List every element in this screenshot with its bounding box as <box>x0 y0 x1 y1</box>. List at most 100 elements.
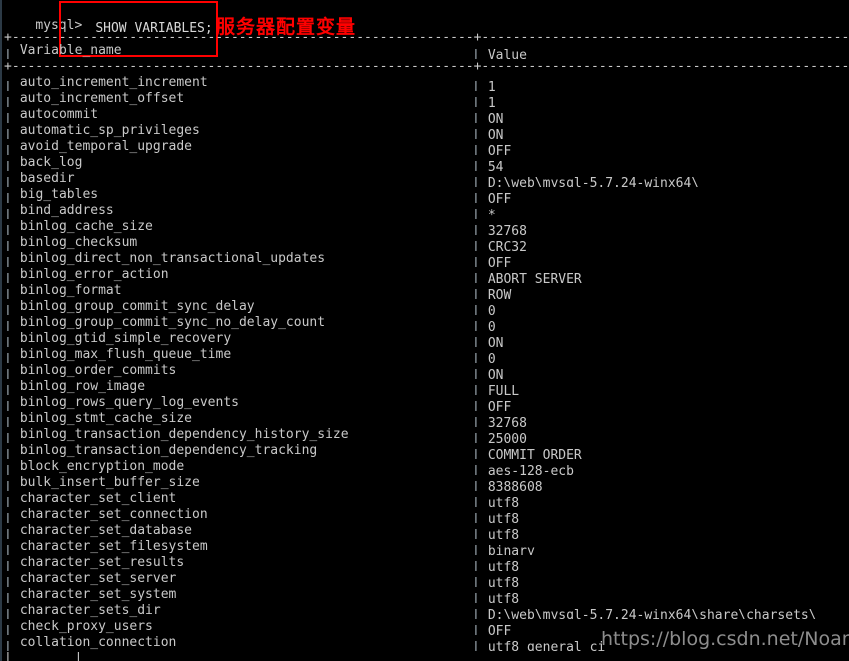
table-row: | binlog_cache_size | 32768 <box>4 219 849 235</box>
value-cell: D:\web\mysql-5.7.24-winx64\ <box>480 176 700 187</box>
cell-divider: | <box>472 608 480 619</box>
table-row: | binlog_group_commit_sync_no_delay_coun… <box>4 315 849 331</box>
value-cell: ROW <box>480 288 512 299</box>
cell-divider: | <box>4 432 12 443</box>
variable-name-cell: character_set_server <box>12 571 177 586</box>
table-row: | binlog_max_flush_queue_time | 0 <box>4 347 849 363</box>
table-row: | autocommit | ON <box>4 107 849 123</box>
cell-divider: | <box>4 224 12 235</box>
cell-divider: | <box>4 272 12 283</box>
value-cell: 1 <box>480 80 496 91</box>
variable-name-cell: character_set_system <box>12 587 177 602</box>
variable-name-cell: check_proxy_users <box>12 619 153 634</box>
cell-divider: | <box>4 640 12 651</box>
variable-name-cell: binlog_error_action <box>12 267 169 282</box>
cell-divider: | <box>4 176 12 187</box>
cell-divider: | <box>472 48 480 59</box>
cell-divider: | <box>472 256 480 267</box>
cell-divider: | <box>4 608 12 619</box>
cell-divider: | <box>4 384 12 395</box>
variable-name-cell: binlog_direct_non_transactional_updates <box>12 251 326 266</box>
cell-divider: | <box>4 336 12 347</box>
value-cell: FULL <box>480 384 520 395</box>
cell-divider: | <box>472 224 480 235</box>
cell-divider: | <box>472 448 480 459</box>
cell-divider: | <box>472 112 480 123</box>
table-rule-header: +---------------------------------------… <box>4 59 849 74</box>
value-cell: 32768 <box>480 224 527 235</box>
variable-name-cell: character_set_database <box>12 523 193 538</box>
cell-divider: | <box>472 368 480 379</box>
table-row: | binlog_checksum | CRC32 <box>4 235 849 251</box>
variable-name-cell: binlog_cache_size <box>12 219 153 234</box>
cell-divider: | <box>4 160 12 171</box>
variable-name-cell: collation_connection <box>12 635 177 650</box>
cell-divider: | <box>472 464 480 475</box>
value-cell: D:\web\mysql-5.7.24-winx64\share\charset… <box>480 608 817 619</box>
value-cell: ON <box>480 336 504 347</box>
cell-divider: | <box>472 416 480 427</box>
cell-divider: | <box>472 544 480 555</box>
cell-divider: | <box>4 192 12 203</box>
cell-divider: | <box>4 368 12 379</box>
cell-divider: | <box>4 624 12 635</box>
cell-divider: | <box>472 512 480 523</box>
mysql-console-window[interactable]: mysql> SHOW VARIABLES; 服务器配置变量 +--------… <box>0 0 849 661</box>
cell-divider: | <box>472 192 480 203</box>
cell-divider: | <box>4 48 12 59</box>
cell-divider: | <box>4 512 12 523</box>
table-row: | character_sets_dir | D:\web\mysql-5.7.2… <box>4 603 849 619</box>
table-row: | character_set_client | utf8 <box>4 491 849 507</box>
cell-divider: | <box>472 304 480 315</box>
table-row: | binlog_row_image | FULL <box>4 379 849 395</box>
cell-divider: | <box>472 576 480 587</box>
cell-divider: | <box>472 208 480 219</box>
value-cell: 0 <box>480 304 496 315</box>
variable-name-cell: character_set_results <box>12 555 185 570</box>
cell-divider: | <box>472 352 480 363</box>
cell-divider: | <box>472 528 480 539</box>
variable-name-cell: block_encryption_mode <box>12 459 185 474</box>
value-cell: utf8 <box>480 512 520 523</box>
variable-name-cell: binlog_group_commit_sync_no_delay_count <box>12 315 326 330</box>
variable-name-cell: bind_address <box>12 203 114 218</box>
cell-divider: | <box>4 416 12 427</box>
variable-name-cell: avoid_temporal_upgrade <box>12 139 193 154</box>
table-row: | avoid_temporal_upgrade | OFF <box>4 139 849 155</box>
value-cell: Value <box>480 48 527 59</box>
cell-divider: | <box>472 176 480 187</box>
cell-divider: | <box>472 496 480 507</box>
cell-divider: | <box>472 384 480 395</box>
table-row: | binlog_error_action | ABORT_SERVER <box>4 267 849 283</box>
value-cell: utf8 <box>480 576 520 587</box>
cell-divider: | <box>472 560 480 571</box>
table-row: | block_encryption_mode | aes-128-ecb <box>4 459 849 475</box>
cell-divider: | <box>472 240 480 251</box>
variable-name-cell: binlog_row_image <box>12 379 146 394</box>
table-row: | back_log | 54 <box>4 155 849 171</box>
table-row: | binlog_order_commits | ON <box>4 363 849 379</box>
table-row: | binlog_group_commit_sync_delay | 0 <box>4 299 849 315</box>
table-header-row: | Variable_name | Value <box>4 43 849 59</box>
variable-name-cell: basedir <box>12 171 75 186</box>
cell-divider: | <box>472 96 480 107</box>
cell-divider: | <box>472 480 480 491</box>
variable-name-cell: binlog_transaction_dependency_tracking <box>12 443 318 458</box>
value-cell: 8388608 <box>480 480 543 491</box>
watermark-url: https://blog.csdn.net/NoamaNelson <box>601 628 849 650</box>
table-row: | character_set_filesystem | binary <box>4 539 849 555</box>
variable-name-cell: character_set_filesystem <box>12 539 208 554</box>
table-row: | auto_increment_increment | 1 <box>4 75 849 91</box>
cell-divider: | <box>4 288 12 299</box>
cell-divider: | <box>4 496 12 507</box>
table-row: | binlog_transaction_dependency_tracking… <box>4 443 849 459</box>
table-row: | character_set_server | utf8 <box>4 571 849 587</box>
variable-name-cell: big_tables <box>12 187 99 202</box>
variable-name-cell: auto_increment_offset <box>12 91 185 106</box>
variable-name-cell: binlog_rows_query_log_events <box>12 395 239 410</box>
value-cell: 54 <box>480 160 504 171</box>
table-row: | automatic_sp_privileges | ON <box>4 123 849 139</box>
cell-divider: | <box>472 400 480 411</box>
variable-name-cell: binlog_transaction_dependency_history_si… <box>12 427 349 442</box>
cell-divider: | <box>472 80 480 91</box>
